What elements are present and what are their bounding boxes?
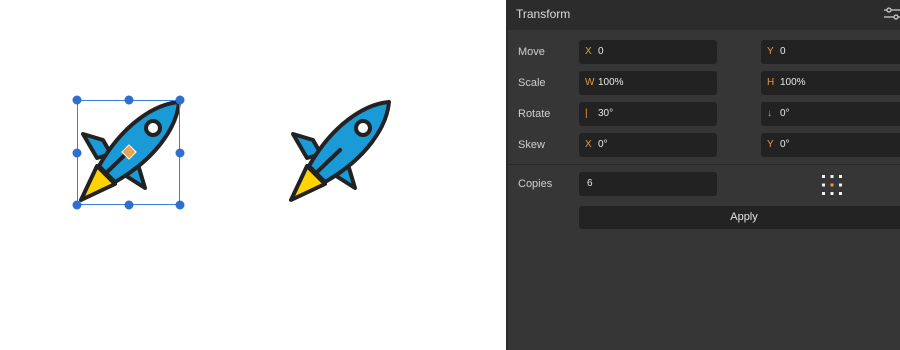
- resize-handle-left[interactable]: [72, 148, 82, 158]
- move-y-value: 0: [780, 46, 786, 57]
- move-y-field[interactable]: Y 0: [761, 40, 900, 64]
- rotate-angle-value: 30°: [598, 108, 614, 119]
- move-y-prefix: Y: [767, 46, 774, 57]
- design-canvas[interactable]: [0, 0, 506, 350]
- panel-header: Transform: [508, 0, 900, 30]
- rotate-label: Rotate: [518, 108, 551, 120]
- copies-field[interactable]: 6: [579, 172, 717, 196]
- resize-handle-bottom[interactable]: [124, 200, 134, 210]
- panel-title: Transform: [516, 7, 571, 21]
- skew-y-prefix: Y: [767, 139, 774, 150]
- resize-handle-top-left[interactable]: [72, 95, 82, 105]
- rotate-secondary-value: 0°: [780, 108, 790, 119]
- scale-w-prefix: W: [585, 77, 595, 88]
- sliders-icon[interactable]: [884, 7, 900, 21]
- copies-label: Copies: [518, 178, 553, 190]
- skew-x-value: 0°: [598, 139, 608, 150]
- skew-label: Skew: [518, 139, 545, 151]
- resize-handle-right[interactable]: [175, 148, 185, 158]
- apply-button[interactable]: Apply: [579, 206, 900, 229]
- transform-panel: Transform Move X 0 Y 0 Scale W 100% H 10…: [506, 0, 900, 350]
- resize-handle-top-right[interactable]: [175, 95, 185, 105]
- rotate-angle-prefix: |: [585, 108, 588, 119]
- resize-handle-top[interactable]: [124, 95, 134, 105]
- rotate-secondary-prefix: ↓: [767, 108, 772, 119]
- scale-label: Scale: [518, 77, 546, 89]
- skew-x-prefix: X: [585, 139, 592, 150]
- scale-h-value: 100%: [780, 77, 806, 88]
- rocket-icon: [289, 100, 391, 202]
- move-x-value: 0: [598, 46, 604, 57]
- move-label: Move: [518, 46, 545, 58]
- resize-handle-bottom-left[interactable]: [72, 200, 82, 210]
- divider: [508, 164, 900, 165]
- skew-x-field[interactable]: X 0°: [579, 133, 717, 157]
- resize-handle-bottom-right[interactable]: [175, 200, 185, 210]
- scale-h-field[interactable]: H 100%: [761, 71, 900, 95]
- scale-w-value: 100%: [598, 77, 624, 88]
- scale-h-prefix: H: [767, 77, 775, 88]
- rotate-secondary-field[interactable]: ↓ 0°: [761, 102, 900, 126]
- rotate-angle-field[interactable]: | 30°: [579, 102, 717, 126]
- move-x-prefix: X: [585, 46, 592, 57]
- copies-value: 6: [587, 178, 593, 189]
- rocket-illustration-copy[interactable]: [285, 96, 395, 208]
- scale-w-field[interactable]: W 100%: [579, 71, 717, 95]
- anchor-grid-icon[interactable]: [821, 174, 843, 196]
- skew-y-field[interactable]: Y 0°: [761, 133, 900, 157]
- move-x-field[interactable]: X 0: [579, 40, 717, 64]
- skew-y-value: 0°: [780, 139, 790, 150]
